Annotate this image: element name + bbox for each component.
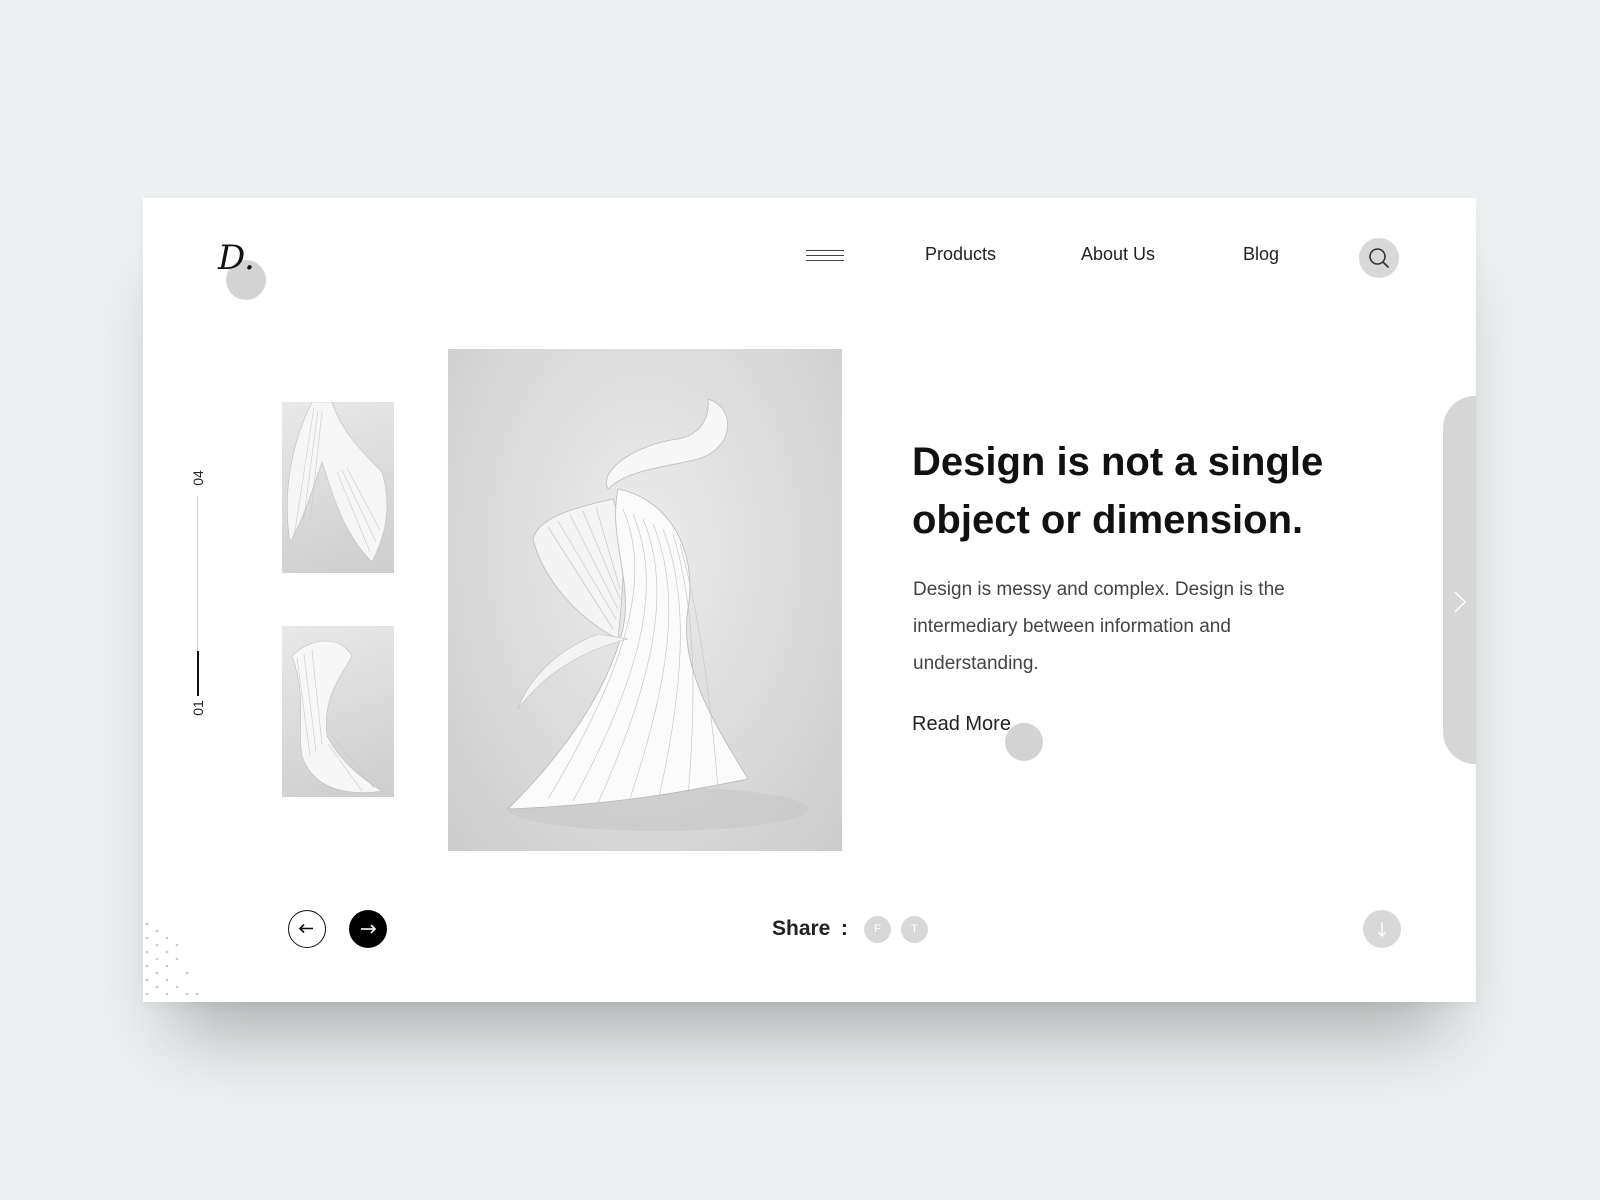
paper-sculpture-thumbnail-1	[286, 402, 388, 563]
headline-line-2: object or dimension.	[912, 498, 1304, 542]
next-slide-tab[interactable]	[1443, 396, 1476, 764]
dot-pattern-decoration	[145, 922, 199, 996]
paper-sculpture-thumbnail-2	[291, 640, 383, 793]
headline-line-1: Design is not a single	[912, 440, 1324, 484]
paper-sculpture-hero-image	[506, 398, 808, 831]
next-button[interactable]	[349, 910, 387, 948]
arrow-down-icon	[1378, 922, 1386, 937]
pager-current: 01	[190, 700, 206, 716]
previous-button[interactable]	[288, 910, 326, 948]
nav-link-products[interactable]: Products	[925, 244, 996, 265]
description-line-1: Design is messy and complex. Design is t…	[913, 579, 1285, 600]
slide-pager: 04 01	[183, 468, 213, 728]
arrow-right-icon	[361, 924, 377, 934]
thumbnail-2[interactable]	[282, 626, 394, 797]
description: Design is messy and complex. Design is t…	[913, 571, 1323, 682]
headline: Design is not a single object or dimensi…	[912, 433, 1352, 549]
pager-total: 04	[190, 470, 206, 486]
nav-link-blog[interactable]: Blog	[1243, 244, 1279, 265]
description-line-2: intermediary between information and	[913, 616, 1231, 637]
facebook-icon[interactable]: F	[864, 916, 891, 943]
hero-image	[448, 349, 842, 851]
chevron-right-icon	[1454, 591, 1467, 613]
search-button[interactable]	[1359, 238, 1399, 278]
search-icon	[1369, 248, 1389, 268]
hamburger-menu-icon[interactable]	[806, 246, 844, 266]
share-separator: :	[841, 917, 848, 940]
share-label: Share	[772, 917, 831, 940]
arrow-left-icon	[298, 923, 313, 934]
read-more-link[interactable]: Read More	[912, 713, 1011, 736]
pager-progress	[197, 651, 199, 696]
thumbnail-1[interactable]	[282, 402, 394, 573]
logo-text: D.	[218, 238, 255, 278]
twitter-icon[interactable]: T	[901, 916, 928, 943]
logo[interactable]: D.	[218, 238, 278, 300]
scroll-down-button[interactable]	[1363, 910, 1401, 948]
hero-card: D. Products About Us Blog 04 01 Design i…	[143, 198, 1476, 1002]
nav-link-about-us[interactable]: About Us	[1081, 244, 1155, 265]
description-line-3: understanding.	[913, 653, 1039, 674]
